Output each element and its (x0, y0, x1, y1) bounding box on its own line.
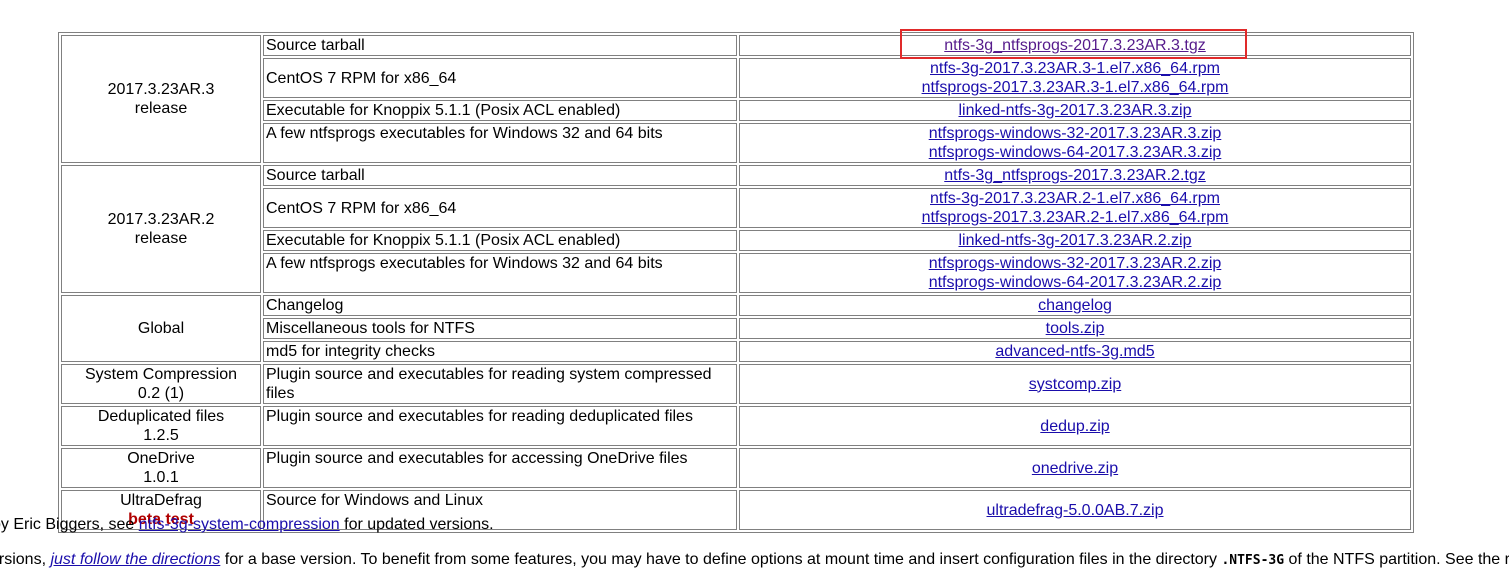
version-cell: Global (61, 295, 261, 362)
plugin-version: 1.2.5 (143, 427, 179, 444)
link-cell: linked-ntfs-3g-2017.3.23AR.3.zip (739, 100, 1411, 121)
footer-text: by Eric Biggers, see (0, 516, 139, 533)
release-label: release (134, 230, 188, 247)
table-row: A few ntfsprogs executables for Windows … (61, 253, 1411, 293)
table-row: CentOS 7 RPM for x86_64 ntfs-3g-2017.3.2… (61, 188, 1411, 228)
footer-text: for a base version. To benefit from some… (220, 551, 1222, 568)
download-link[interactable]: ntfs-3g_ntfsprogs-2017.3.23AR.2.tgz (944, 167, 1206, 184)
description-cell: Plugin source and executables for access… (263, 448, 737, 488)
version-cell: OneDrive 1.0.1 (61, 448, 261, 488)
footer-line-1: by Eric Biggers, see ntfs-3g-system-comp… (0, 516, 494, 534)
version-cell: 2017.3.23AR.2 release (61, 165, 261, 293)
description-cell: Changelog (263, 295, 737, 316)
download-link[interactable]: linked-ntfs-3g-2017.3.23AR.3.zip (958, 102, 1191, 119)
plugin-name: Deduplicated files (97, 408, 225, 425)
description-cell: Plugin source and executables for readin… (263, 364, 737, 404)
directions-link[interactable]: just follow the directions (50, 551, 220, 568)
link-cell: ntfsprogs-windows-32-2017.3.23AR.2.zip n… (739, 253, 1411, 293)
download-link[interactable]: ntfsprogs-windows-32-2017.3.23AR.2.zip (929, 255, 1222, 272)
download-link[interactable]: ultradefrag-5.0.0AB.7.zip (987, 502, 1164, 519)
description-cell: A few ntfsprogs executables for Windows … (263, 123, 737, 163)
link-cell: systcomp.zip (739, 364, 1411, 404)
link-cell: ntfs-3g-2017.3.23AR.3-1.el7.x86_64.rpm n… (739, 58, 1411, 98)
table-row: md5 for integrity checks advanced-ntfs-3… (61, 341, 1411, 362)
download-link[interactable]: tools.zip (1046, 320, 1105, 337)
table-row: CentOS 7 RPM for x86_64 ntfs-3g-2017.3.2… (61, 58, 1411, 98)
version-cell: System Compression 0.2 (1) (61, 364, 261, 404)
description-cell: Source tarball (263, 35, 737, 56)
description-cell: Executable for Knoppix 5.1.1 (Posix ACL … (263, 100, 737, 121)
download-link[interactable]: systcomp.zip (1029, 376, 1121, 393)
link-cell: dedup.zip (739, 406, 1411, 446)
description-cell: CentOS 7 RPM for x86_64 (263, 188, 737, 228)
link-cell: changelog (739, 295, 1411, 316)
system-compression-link[interactable]: ntfs-3g-system-compression (139, 516, 340, 533)
download-link[interactable]: ntfs-3g_ntfsprogs-2017.3.23AR.3.tgz (944, 37, 1206, 54)
version-label: 2017.3.23AR.2 (107, 211, 215, 228)
link-cell: ntfsprogs-windows-32-2017.3.23AR.3.zip n… (739, 123, 1411, 163)
table-row: Global Changelog changelog (61, 295, 1411, 362)
description-cell: md5 for integrity checks (263, 341, 737, 362)
link-cell: ntfs-3g-2017.3.23AR.2-1.el7.x86_64.rpm n… (739, 188, 1411, 228)
download-link[interactable]: ntfsprogs-2017.3.23AR.3-1.el7.x86_64.rpm (922, 79, 1229, 96)
table-row: Miscellaneous tools for NTFS tools.zip (61, 318, 1411, 339)
version-cell: Deduplicated files 1.2.5 (61, 406, 261, 446)
download-link[interactable]: changelog (1038, 297, 1112, 314)
download-link[interactable]: onedrive.zip (1032, 460, 1118, 477)
link-cell: advanced-ntfs-3g.md5 (739, 341, 1411, 362)
plugin-name: System Compression (84, 366, 238, 383)
table-row: Executable for Knoppix 5.1.1 (Posix ACL … (61, 100, 1411, 121)
downloads-table: 2017.3.23AR.3 release Source tarball ntf… (58, 32, 1414, 533)
footer-line-2: ersions, just follow the directions for … (0, 551, 1509, 569)
table-row: Executable for Knoppix 5.1.1 (Posix ACL … (61, 230, 1411, 251)
table-row: OneDrive 1.0.1 Plugin source and executa… (61, 448, 1411, 488)
description-cell: CentOS 7 RPM for x86_64 (263, 58, 737, 98)
description-cell: Source tarball (263, 165, 737, 186)
plugin-version: 0.2 (1) (137, 385, 185, 402)
download-link[interactable]: ntfs-3g-2017.3.23AR.3-1.el7.x86_64.rpm (930, 60, 1220, 77)
plugin-version: 1.0.1 (143, 469, 179, 486)
link-cell: ntfs-3g_ntfsprogs-2017.3.23AR.3.tgz (739, 35, 1411, 56)
footer-text: for updated versions. (339, 516, 494, 533)
download-link[interactable]: dedup.zip (1040, 418, 1109, 435)
download-link[interactable]: ntfsprogs-windows-32-2017.3.23AR.3.zip (929, 125, 1222, 142)
table-row: Deduplicated files 1.2.5 Plugin source a… (61, 406, 1411, 446)
description-cell: Plugin source and executables for readin… (263, 406, 737, 446)
footer-text: ersions, (0, 551, 47, 568)
plugin-name: UltraDefrag (120, 492, 202, 509)
download-link[interactable]: ntfsprogs-windows-64-2017.3.23AR.3.zip (929, 144, 1222, 161)
downloads-section: 2017.3.23AR.3 release Source tarball ntf… (58, 32, 1414, 533)
download-link[interactable]: linked-ntfs-3g-2017.3.23AR.2.zip (958, 232, 1191, 249)
download-link[interactable]: ntfsprogs-2017.3.23AR.2-1.el7.x86_64.rpm (922, 209, 1229, 226)
release-label: release (134, 100, 188, 117)
description-cell: Executable for Knoppix 5.1.1 (Posix ACL … (263, 230, 737, 251)
download-link[interactable]: ntfs-3g-2017.3.23AR.2-1.el7.x86_64.rpm (930, 190, 1220, 207)
table-row: System Compression 0.2 (1) Plugin source… (61, 364, 1411, 404)
table-row: 2017.3.23AR.3 release Source tarball ntf… (61, 35, 1411, 163)
link-cell: linked-ntfs-3g-2017.3.23AR.2.zip (739, 230, 1411, 251)
table-row: 2017.3.23AR.2 release Source tarball ntf… (61, 165, 1411, 293)
link-cell: onedrive.zip (739, 448, 1411, 488)
link-cell: tools.zip (739, 318, 1411, 339)
table-row: A few ntfsprogs executables for Windows … (61, 123, 1411, 163)
description-cell: Miscellaneous tools for NTFS (263, 318, 737, 339)
footer-text: of the NTFS partition. See the releva (1288, 551, 1509, 568)
link-cell: ultradefrag-5.0.0AB.7.zip (739, 490, 1411, 530)
link-cell: ntfs-3g_ntfsprogs-2017.3.23AR.2.tgz (739, 165, 1411, 186)
download-link[interactable]: advanced-ntfs-3g.md5 (995, 343, 1154, 360)
version-cell: 2017.3.23AR.3 release (61, 35, 261, 163)
version-label: 2017.3.23AR.3 (107, 81, 215, 98)
download-link[interactable]: ntfsprogs-windows-64-2017.3.23AR.2.zip (929, 274, 1222, 291)
plugin-name: OneDrive (127, 450, 195, 467)
description-cell: A few ntfsprogs executables for Windows … (263, 253, 737, 293)
